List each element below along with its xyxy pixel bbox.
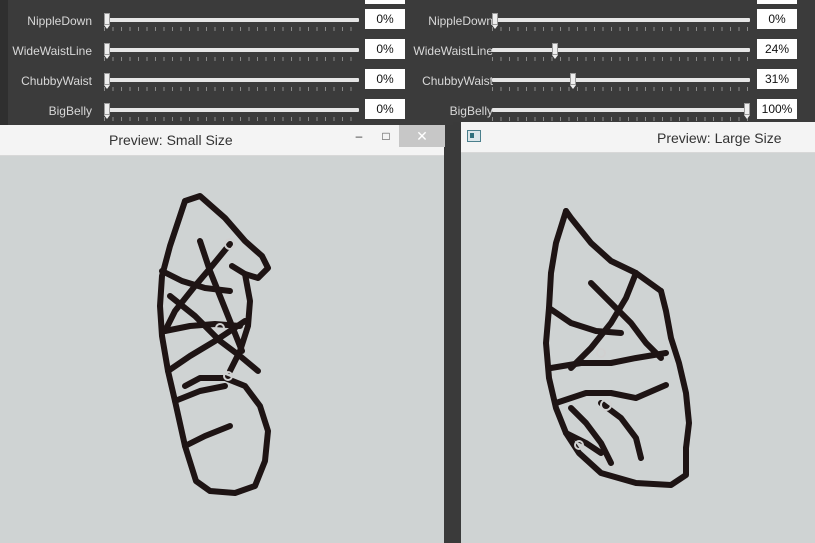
slider-label: NippleDown bbox=[428, 14, 493, 28]
slider-thumb[interactable] bbox=[570, 73, 577, 89]
slider-ticks bbox=[492, 57, 750, 61]
slider-row-chubbywaist: ChubbyWaist 0% bbox=[0, 66, 410, 96]
slider-track[interactable] bbox=[492, 78, 750, 82]
slider-thumb[interactable] bbox=[104, 13, 110, 29]
slider-ticks bbox=[104, 27, 359, 31]
preview-window-small: Preview: Small Size – □ ✕ bbox=[0, 125, 447, 543]
slider-ticks bbox=[104, 87, 359, 91]
slider-track[interactable] bbox=[104, 78, 359, 82]
close-button[interactable]: ✕ bbox=[399, 125, 445, 147]
slider-thumb[interactable] bbox=[104, 43, 110, 59]
slider-track[interactable] bbox=[492, 108, 750, 112]
slider-row-widewaistline: WideWaistLine 0% bbox=[0, 36, 410, 66]
preview-viewport[interactable] bbox=[461, 153, 815, 543]
slider-row-bigbelly: BigBelly 0% bbox=[0, 96, 410, 125]
window-title: Preview: Large Size bbox=[657, 130, 782, 146]
slider-thumb[interactable] bbox=[552, 43, 559, 59]
slider-thumb[interactable] bbox=[104, 73, 110, 89]
slider-track[interactable] bbox=[492, 48, 750, 52]
slider-value-field[interactable]: 24% bbox=[757, 39, 797, 59]
slider-value-field[interactable]: 0% bbox=[365, 69, 405, 89]
slider-thumb[interactable] bbox=[104, 103, 110, 119]
slider-value-field[interactable]: 0% bbox=[365, 39, 405, 59]
slider-ticks bbox=[492, 87, 750, 91]
slider-value-field[interactable]: 0% bbox=[365, 99, 405, 119]
maximize-button[interactable]: □ bbox=[378, 125, 394, 147]
slider-row-bigbelly: BigBelly 100% bbox=[410, 96, 815, 125]
slider-ticks bbox=[492, 27, 750, 31]
slider-value-field[interactable]: 31% bbox=[757, 69, 797, 89]
preview-window-large: Preview: Large Size bbox=[453, 122, 815, 543]
slider-label: ChubbyWaist bbox=[21, 74, 92, 88]
slider-track[interactable] bbox=[104, 48, 359, 52]
slider-thumb[interactable] bbox=[744, 103, 750, 119]
slider-panel-right: NippleDown 0% WideWaistLine 24% ChubbyWa… bbox=[410, 0, 815, 125]
slider-label: WideWaistLine bbox=[413, 44, 493, 58]
slider-label: WideWaistLine bbox=[12, 44, 92, 58]
slider-track[interactable] bbox=[104, 18, 359, 22]
value-field-top-cut bbox=[365, 0, 405, 4]
slider-panel-left: NippleDown 0% WideWaistLine 0% ChubbyWai… bbox=[0, 0, 410, 125]
slider-row-nippledown: NippleDown 0% bbox=[410, 6, 815, 36]
slider-value-field[interactable]: 0% bbox=[365, 9, 405, 29]
slider-ticks bbox=[104, 117, 359, 121]
app-icon bbox=[467, 130, 481, 142]
window-title: Preview: Small Size bbox=[109, 132, 233, 148]
slider-row-chubbywaist: ChubbyWaist 31% bbox=[410, 66, 815, 96]
slider-track[interactable] bbox=[104, 108, 359, 112]
value-field-top-cut bbox=[757, 0, 797, 4]
slider-label: BigBelly bbox=[48, 104, 92, 118]
slider-row-widewaistline: WideWaistLine 24% bbox=[410, 36, 815, 66]
slider-label: NippleDown bbox=[27, 14, 92, 28]
slider-value-field[interactable]: 0% bbox=[757, 9, 797, 29]
slider-value-field[interactable]: 100% bbox=[757, 99, 797, 119]
slider-row-nippledown: NippleDown 0% bbox=[0, 6, 410, 36]
titlebar[interactable]: Preview: Small Size – □ ✕ bbox=[0, 125, 445, 156]
harness-large-render bbox=[543, 208, 692, 488]
preview-viewport[interactable] bbox=[0, 156, 444, 543]
slider-thumb[interactable] bbox=[492, 13, 498, 29]
slider-label: ChubbyWaist bbox=[422, 74, 493, 88]
harness-small-render bbox=[157, 193, 271, 496]
slider-ticks bbox=[104, 57, 359, 61]
slider-ticks bbox=[492, 117, 750, 121]
titlebar[interactable]: Preview: Large Size bbox=[461, 122, 815, 153]
slider-label: BigBelly bbox=[449, 104, 493, 118]
slider-track[interactable] bbox=[492, 18, 750, 22]
minimize-button[interactable]: – bbox=[350, 125, 368, 147]
